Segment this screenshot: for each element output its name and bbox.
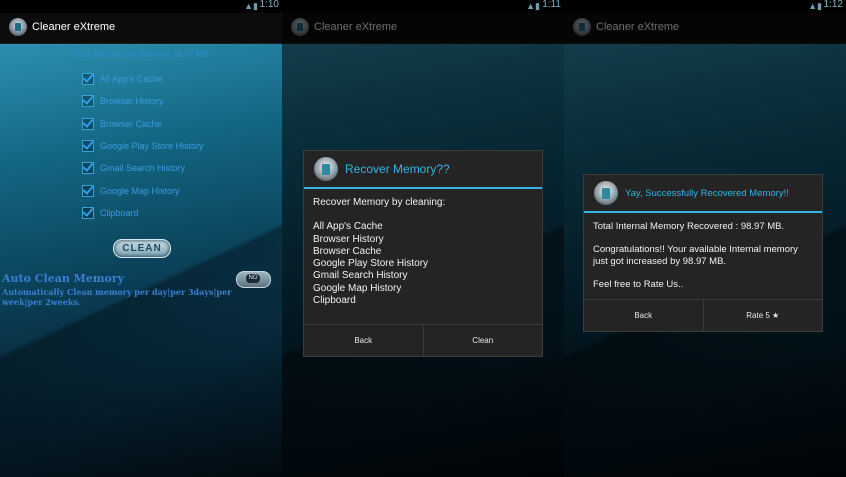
option-browser-cache[interactable]: Browser Cache	[82, 113, 204, 135]
clean-button[interactable]: CLEAN	[113, 239, 171, 258]
dialog-item: Browser History	[313, 233, 384, 245]
dialog-intro: Recover Memory by cleaning:	[313, 197, 446, 208]
dialog-item: Clipboard	[313, 295, 356, 307]
status-bar: ▲▮ 1:12	[564, 0, 846, 13]
dialog-item: Google Map History	[313, 282, 402, 294]
dialog-title: Recover Memory??	[345, 162, 450, 176]
app-logo-icon	[314, 157, 338, 181]
status-time: 1:11	[542, 0, 561, 10]
option-label: All App's Cache	[100, 74, 163, 85]
status-time: 1:12	[823, 0, 843, 10]
checkbox[interactable]	[82, 140, 94, 153]
auto-clean-toggle[interactable]: NO	[236, 271, 271, 288]
recover-memory-dialog: Recover Memory?? Recover Memory by clean…	[303, 150, 543, 357]
option-browser-history[interactable]: Browser History	[82, 90, 204, 112]
checkbox[interactable]	[82, 162, 94, 175]
dialog-buttons: Back Rate 5 ★	[584, 299, 822, 331]
checkbox[interactable]	[82, 95, 94, 108]
dialog-body: Recover Memory by cleaning: All App's Ca…	[313, 197, 445, 307]
dialog-body: Total Internal Memory Recovered : 98.97 …	[593, 221, 815, 291]
screen-main: ▲▮ 1:10 Cleaner eXtreme Total Recoverabl…	[0, 0, 282, 477]
back-button[interactable]: Back	[304, 325, 423, 356]
option-label: Clipboard	[100, 207, 139, 218]
dialog-item: Google Play Store History	[313, 258, 429, 270]
checkbox[interactable]	[82, 206, 94, 219]
checkbox[interactable]	[82, 184, 94, 197]
auto-clean-description: Automatically Clean memory per day|per 3…	[2, 287, 232, 307]
success-dialog: Yay, Successfully Recovered Memory!! Tot…	[583, 174, 823, 332]
option-label: Browser Cache	[100, 118, 162, 129]
app-title: Cleaner eXtreme	[32, 21, 116, 33]
toggle-knob: NO	[246, 274, 260, 283]
screen-recover-dialog: ▲▮ 1:11 Cleaner eXtreme Recover Memory??…	[282, 0, 564, 477]
recovered-total: Total Internal Memory Recovered : 98.97 …	[593, 221, 785, 232]
option-label: Google Play Store History	[100, 141, 204, 152]
checkbox[interactable]	[82, 117, 94, 130]
cleaning-options-list: All App's Cache Browser History Browser …	[82, 68, 204, 224]
app-logo-icon	[9, 18, 27, 36]
status-bar: ▲▮ 1:11	[282, 0, 564, 13]
status-time: 1:10	[259, 0, 279, 10]
app-logo-icon	[594, 181, 618, 205]
total-recoverable-label: Total Recoverable Memory: 98.97 MB	[74, 50, 208, 59]
dialog-title: Yay, Successfully Recovered Memory!!	[625, 188, 789, 199]
back-button[interactable]: Back	[584, 300, 703, 331]
option-clipboard[interactable]: Clipboard	[82, 202, 204, 224]
option-gmail-search-history[interactable]: Gmail Search History	[82, 157, 204, 179]
option-label: Browser History	[100, 96, 164, 107]
option-play-store-history[interactable]: Google Play Store History	[82, 135, 204, 157]
status-bar: ▲▮ 1:10	[0, 0, 282, 13]
dialog-buttons: Back Clean	[304, 324, 542, 356]
signal-icon: ▲▮	[526, 1, 540, 11]
option-all-apps-cache[interactable]: All App's Cache	[82, 68, 204, 90]
option-google-map-history[interactable]: Google Map History	[82, 179, 204, 201]
dialog-header: Yay, Successfully Recovered Memory!!	[584, 175, 822, 213]
clean-confirm-button[interactable]: Clean	[422, 325, 543, 356]
dialog-item: Gmail Search History	[313, 270, 408, 282]
option-label: Gmail Search History	[100, 163, 186, 174]
auto-clean-title: Auto Clean Memory	[2, 272, 125, 285]
congrats-message: Congratulations!! Your available Interna…	[593, 244, 798, 267]
dialog-header: Recover Memory??	[304, 151, 542, 189]
dialog-item: All App's Cache	[313, 221, 383, 233]
checkbox[interactable]	[82, 73, 94, 86]
signal-icon: ▲▮	[244, 1, 258, 11]
rate-button[interactable]: Rate 5 ★	[702, 300, 823, 331]
rate-message: Feel free to Rate Us..	[593, 279, 684, 290]
signal-icon: ▲▮	[808, 1, 822, 11]
screen-success-dialog: ▲▮ 1:12 Cleaner eXtreme Yay, Successfull…	[564, 0, 846, 477]
dialog-item: Browser Cache	[313, 245, 382, 257]
option-label: Google Map History	[100, 185, 180, 196]
action-bar: Cleaner eXtreme	[0, 13, 282, 44]
